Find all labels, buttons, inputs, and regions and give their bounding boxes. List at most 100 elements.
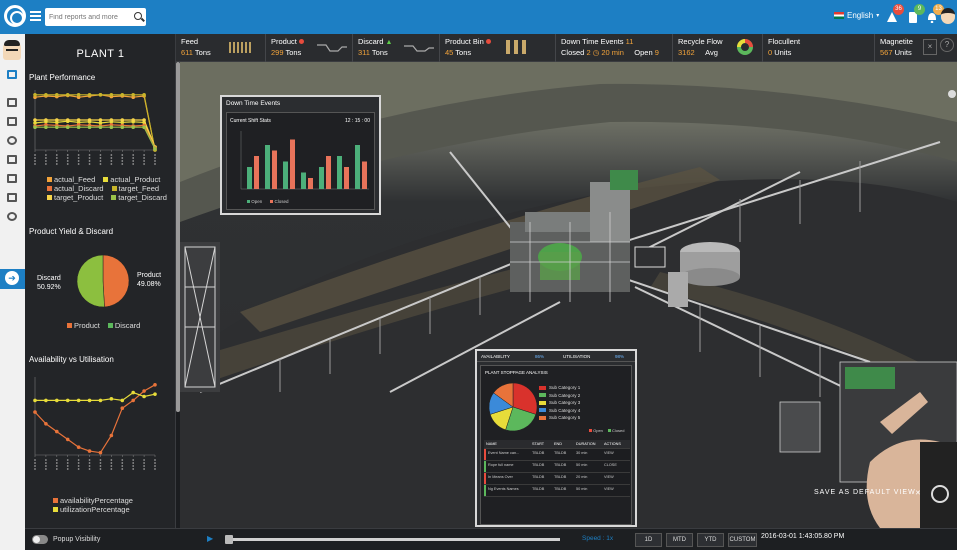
tick-label-marker — [66, 468, 69, 470]
yield-pie-chart — [76, 254, 130, 308]
discard-label: Discard — [37, 275, 61, 282]
discard-trend-icon — [404, 45, 434, 52]
help-icon[interactable]: ? — [940, 38, 954, 52]
gear-icon[interactable] — [5, 135, 19, 147]
pie-slice-Discard — [76, 254, 105, 308]
search-icon[interactable] — [134, 12, 142, 20]
table-row[interactable]: Event Name can... TBLDB TBLDB 30 min VIEW — [484, 449, 630, 461]
language-label: English — [847, 11, 874, 20]
kpi-discard[interactable]: Discard ▲ 311 Tons — [353, 34, 440, 62]
data-point — [55, 93, 59, 97]
language-selector[interactable]: English ▾ — [834, 11, 879, 20]
range-1d-button[interactable]: 1D — [635, 533, 662, 547]
tick-label-marker — [55, 157, 58, 159]
tasks-badge: 9 — [914, 4, 925, 15]
tick-label-marker — [110, 163, 113, 165]
tick-label-marker — [34, 157, 36, 159]
range-custom-button[interactable]: CUSTOM — [728, 533, 757, 547]
plant-performance-title: Plant Performance — [29, 73, 96, 82]
tick-label-marker — [77, 459, 80, 461]
kpi-recycle-flow[interactable]: Recycle Flow 3162 Avg — [673, 34, 763, 62]
legend-label: Sub Category 3 — [549, 400, 581, 405]
table-cell: TBLDB — [554, 451, 567, 455]
building-icon[interactable] — [5, 154, 19, 166]
range-mtd-button[interactable]: MTD — [666, 533, 693, 547]
table-cell: TBLDB — [554, 475, 567, 479]
tick-label-marker — [110, 465, 113, 467]
downtime-bar-chart — [240, 131, 369, 190]
data-point — [142, 125, 146, 129]
data-point — [153, 383, 157, 387]
close-icon[interactable]: ✕ — [915, 489, 921, 497]
timeline-handle[interactable] — [225, 535, 233, 544]
calendar-icon[interactable] — [5, 116, 19, 128]
data-point — [87, 398, 92, 403]
plant-3d-view[interactable]: Down Time Events Current Shift Stats 12 … — [180, 62, 957, 528]
save-default-view-button[interactable]: SAVE AS DEFAULT VIEW — [814, 489, 916, 496]
data-point — [131, 118, 135, 122]
legend-label: Sub Category 1 — [549, 385, 581, 390]
table-row[interactable]: Rope full name TBLDB TBLDB 50 min CLOSE — [484, 461, 630, 473]
speed-label[interactable]: Speed : 1x — [582, 535, 613, 542]
stoppage-title: PLANT STOPPAGE ANALYSIS — [485, 370, 548, 375]
tick-label-marker — [45, 462, 47, 464]
tick-label-marker — [121, 459, 124, 461]
tick-label-marker — [77, 468, 80, 470]
tick-label-marker — [132, 160, 135, 162]
legend-target-product: target_Product — [54, 193, 104, 202]
kpi-feed[interactable]: Feed 611 Tons — [176, 34, 266, 62]
kpi-flocullent[interactable]: Flocullent 0 Units — [763, 34, 875, 62]
table-row[interactable]: In Means Over TBLDB TBLDB 20 min VIEW — [484, 473, 630, 485]
menu-icon[interactable] — [30, 11, 41, 21]
tick-label-marker — [55, 459, 58, 461]
tick-label-marker — [34, 459, 36, 461]
popup-visibility-toggle[interactable] — [32, 535, 48, 544]
data-point — [142, 93, 146, 97]
bar-Closed — [344, 167, 349, 189]
bar-Open — [301, 172, 306, 189]
kpi-product-bin-unit: Tons — [455, 48, 472, 57]
range-ytd-button[interactable]: YTD — [697, 533, 724, 547]
expand-arrow-icon[interactable] — [0, 269, 25, 289]
notifications-button[interactable]: 13 — [926, 4, 944, 24]
product-trend-icon — [317, 44, 347, 52]
search-input[interactable] — [49, 10, 129, 24]
document-icon[interactable] — [5, 173, 19, 185]
tick-label-marker — [66, 462, 69, 464]
timeline-slider[interactable] — [225, 538, 560, 541]
series-line-actual_Discard — [34, 124, 156, 149]
kpi-close-icon[interactable]: × — [923, 39, 937, 55]
tick-label-marker — [143, 465, 145, 467]
series-line-target_Product — [35, 119, 156, 148]
kpi-product-bin[interactable]: Product Bin 45 Tons — [440, 34, 556, 62]
kpi-downtime[interactable]: Down Time Events 11 Closed 2 ◷ 20 min Op… — [556, 34, 673, 62]
dashboard-icon[interactable] — [5, 69, 19, 81]
row-action-button[interactable]: CLOSE — [602, 461, 626, 472]
tasks-button[interactable]: 9 — [907, 4, 925, 23]
kpi-discard-unit: Tons — [371, 48, 388, 57]
kpi-product-bin-value: 45 — [445, 48, 454, 57]
user-avatar-icon[interactable] — [3, 40, 21, 60]
app: English ▾ 36 9 13 PLANT 1 Plant Perf — [0, 0, 957, 550]
shift-time: 12 : 15 : 00 — [344, 118, 370, 124]
reports-icon[interactable] — [5, 97, 19, 109]
table-icon[interactable] — [5, 192, 19, 204]
app-logo-icon[interactable] — [4, 5, 26, 27]
row-action-button[interactable]: VIEW — [602, 485, 626, 496]
table-cell: TBLDB — [554, 463, 567, 467]
stoppage-popup[interactable]: AVAILABILITY 86% UTILISATION 98% PLANT S… — [475, 349, 637, 527]
plant-performance-legend: actual_Feed actual_Product actual_Discard… — [47, 175, 167, 202]
kpi-discard-value: 311 — [358, 48, 370, 57]
settings-icon[interactable] — [5, 211, 19, 223]
row-action-button[interactable]: VIEW — [602, 449, 626, 460]
bar-Open — [247, 167, 252, 189]
downtime-popup[interactable]: Down Time Events Current Shift Stats 12 … — [220, 95, 381, 215]
table-row[interactable]: Ng Events Names TBLDB TBLDB 50 min VIEW — [484, 485, 630, 497]
kpi-product[interactable]: Product 299 Tons — [266, 34, 353, 62]
user-avatar[interactable] — [941, 8, 955, 24]
play-icon[interactable]: ▶ — [207, 534, 213, 543]
legend-actual-feed: actual_Feed — [54, 175, 96, 184]
row-action-button[interactable]: VIEW — [602, 473, 626, 484]
stoppage-panel: PLANT STOPPAGE ANALYSIS Sub Category 1 Su… — [480, 365, 632, 525]
alerts-button[interactable]: 36 — [886, 4, 904, 23]
